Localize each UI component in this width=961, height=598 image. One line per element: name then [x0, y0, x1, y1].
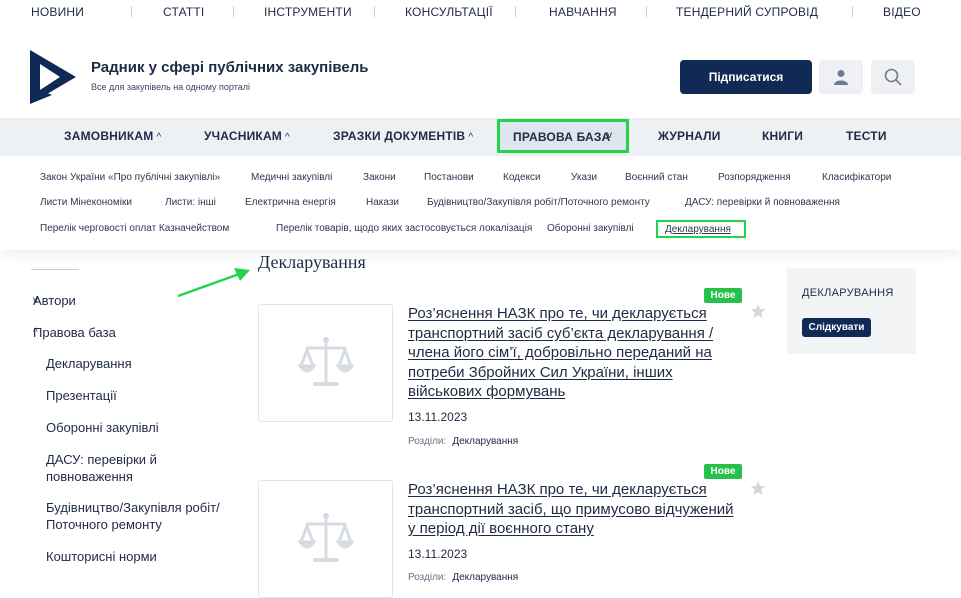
divider	[646, 6, 647, 17]
sidebar-label: Автори	[33, 293, 76, 308]
user-button[interactable]	[819, 60, 863, 94]
sub-nav-item[interactable]: Електрична енергія	[245, 197, 336, 208]
top-nav-articles[interactable]: СТАТТІ	[163, 5, 204, 19]
sidebar-item-dasu[interactable]: ДАСУ: перевірки й повноваження	[46, 451, 206, 485]
sub-nav-item[interactable]: Медичні закупівлі	[251, 172, 332, 183]
chevron-down-icon: v	[607, 130, 612, 141]
main-nav-journals[interactable]: ЖУРНАЛИ	[658, 129, 721, 143]
main-nav-templates[interactable]: ЗРАЗКИ ДОКУМЕНТІВ ^	[333, 129, 473, 143]
nav-label: ЗАМОВНИКАМ	[64, 129, 154, 143]
main-nav: ЗАМОВНИКАМ ^ УЧАСНИКАМ ^ ЗРАЗКИ ДОКУМЕНТІВ…	[0, 118, 961, 156]
chevron-up-icon: ^	[156, 132, 162, 143]
section-link[interactable]: Декларування	[452, 572, 518, 583]
sub-nav-item[interactable]: ДАСУ: перевірки й повноваження	[685, 197, 840, 208]
sub-nav-label: Декларування	[665, 224, 731, 235]
top-nav-video[interactable]: ВІДЕО	[883, 5, 921, 19]
article-sections: Розділи: Декларування	[408, 436, 518, 447]
sidebar-label: Правова база	[33, 325, 116, 340]
chevron-up-icon: ^	[468, 132, 474, 143]
scales-icon	[296, 337, 355, 386]
sub-nav-item[interactable]: Накази	[366, 197, 399, 208]
sub-nav-item[interactable]: Листи Мінекономіки	[40, 197, 132, 208]
main-nav-customers[interactable]: ЗАМОВНИКАМ ^	[64, 129, 161, 143]
main-nav-tests[interactable]: ТЕСТИ	[846, 129, 887, 143]
new-badge: Нове	[704, 464, 742, 479]
arrow-annotation-icon	[177, 268, 250, 298]
page-title: Декларування	[258, 252, 366, 272]
article-thumbnail[interactable]	[258, 480, 393, 598]
category-box: ДЕКЛАРУВАННЯ	[787, 268, 916, 354]
divider	[131, 6, 132, 17]
user-icon	[834, 70, 848, 85]
divider	[374, 6, 375, 17]
sections-label: Розділи:	[408, 436, 447, 447]
sub-nav-item[interactable]: Будівництво/Закупівля робіт/Поточного ре…	[427, 197, 650, 208]
follow-button[interactable]: Слідкувати	[802, 318, 871, 337]
sub-nav-item[interactable]: Перелік товарів, щодо яких застосовуєтьс…	[276, 223, 532, 234]
sub-nav-item[interactable]: Закон України «Про публічні закупівлі»	[40, 172, 220, 183]
search-icon	[884, 68, 902, 86]
sidebar-item-declarations[interactable]: Декларування	[46, 355, 132, 372]
sub-nav-item[interactable]: Листи: інші	[165, 197, 216, 208]
sidebar-item-presentations[interactable]: Презентації	[46, 387, 117, 404]
main-nav-legal-base[interactable]: ПРАВОВА БАЗА v	[497, 119, 629, 153]
brand-subtitle: Все для закупівель на одному порталі	[91, 82, 251, 92]
logo-icon[interactable]	[30, 50, 76, 104]
chevron-up-icon: ^	[285, 132, 290, 143]
scales-icon	[296, 513, 355, 562]
article-thumbnail[interactable]	[258, 304, 393, 422]
article-title[interactable]: Роз’яснення НАЗК про те, чи декларується…	[408, 480, 738, 539]
top-nav-news[interactable]: НОВИНИ	[31, 5, 84, 19]
sub-nav-item[interactable]: Укази	[571, 172, 597, 183]
sub-nav-item[interactable]: Кодекси	[503, 172, 541, 183]
sub-nav-item[interactable]: Перелік черговості оплат Казначейством	[40, 223, 229, 234]
sub-nav-item[interactable]: Воєнний стан	[625, 172, 688, 183]
brand-title[interactable]: Радник у сфері публічних закупівель	[91, 59, 369, 76]
sub-nav-item[interactable]: Розпорядження	[718, 172, 791, 183]
sidebar-item-estimates[interactable]: Кошторисні норми	[46, 548, 157, 565]
top-nav-learning[interactable]: НАВЧАННЯ	[549, 5, 617, 19]
top-nav-consultations[interactable]: КОНСУЛЬТАЦІЇ	[405, 5, 493, 19]
star-icon[interactable]	[750, 480, 766, 496]
sidebar-item-defense[interactable]: Оборонні закупівлі	[46, 419, 159, 436]
article-date: 13.11.2023	[408, 410, 468, 424]
top-nav-tender[interactable]: ТЕНДЕРНИЙ СУПРОВІД	[676, 5, 818, 19]
sub-nav-item[interactable]: Оборонні закупівлі	[547, 223, 634, 234]
new-badge: Нове	[704, 288, 742, 303]
divider	[515, 6, 516, 17]
nav-label: УЧАСНИКАМ	[204, 129, 283, 143]
sidebar-item-construction[interactable]: Будівництво/Закупівля робіт/ Поточного р…	[46, 499, 246, 533]
star-icon[interactable]	[750, 303, 766, 319]
search-button[interactable]	[871, 60, 915, 94]
sub-nav-item[interactable]: Класифікатори	[822, 172, 891, 183]
top-nav-tools[interactable]: ІНСТРУМЕНТИ	[264, 5, 352, 19]
nav-label: ЗРАЗКИ ДОКУМЕНТІВ	[333, 129, 466, 143]
subscribe-button[interactable]: Підписатися	[680, 60, 812, 94]
article-title[interactable]: Роз’яснення НАЗК про те, чи декларується…	[408, 304, 738, 402]
top-nav: НОВИНИ СТАТТІ ІНСТРУМЕНТИ КОНСУЛЬТАЦІЇ Н…	[0, 0, 961, 24]
divider	[233, 6, 234, 17]
sub-nav-item[interactable]: Закони	[363, 172, 396, 183]
main-nav-books[interactable]: КНИГИ	[762, 129, 803, 143]
sub-nav-item[interactable]: Постанови	[424, 172, 474, 183]
sections-label: Розділи:	[408, 572, 447, 583]
category-title: ДЕКЛАРУВАННЯ	[802, 287, 894, 299]
article-sections: Розділи: Декларування	[408, 572, 518, 583]
nav-label: ПРАВОВА БАЗА	[513, 130, 611, 144]
sub-nav: Закон України «Про публічні закупівлі» М…	[0, 156, 961, 250]
divider	[852, 6, 853, 17]
divider	[31, 269, 79, 270]
main-nav-participants[interactable]: УЧАСНИКАМ ^	[204, 129, 290, 143]
article-date: 13.11.2023	[408, 547, 468, 561]
sub-nav-item-declarations[interactable]: Декларування	[656, 220, 746, 238]
section-link[interactable]: Декларування	[452, 436, 518, 447]
